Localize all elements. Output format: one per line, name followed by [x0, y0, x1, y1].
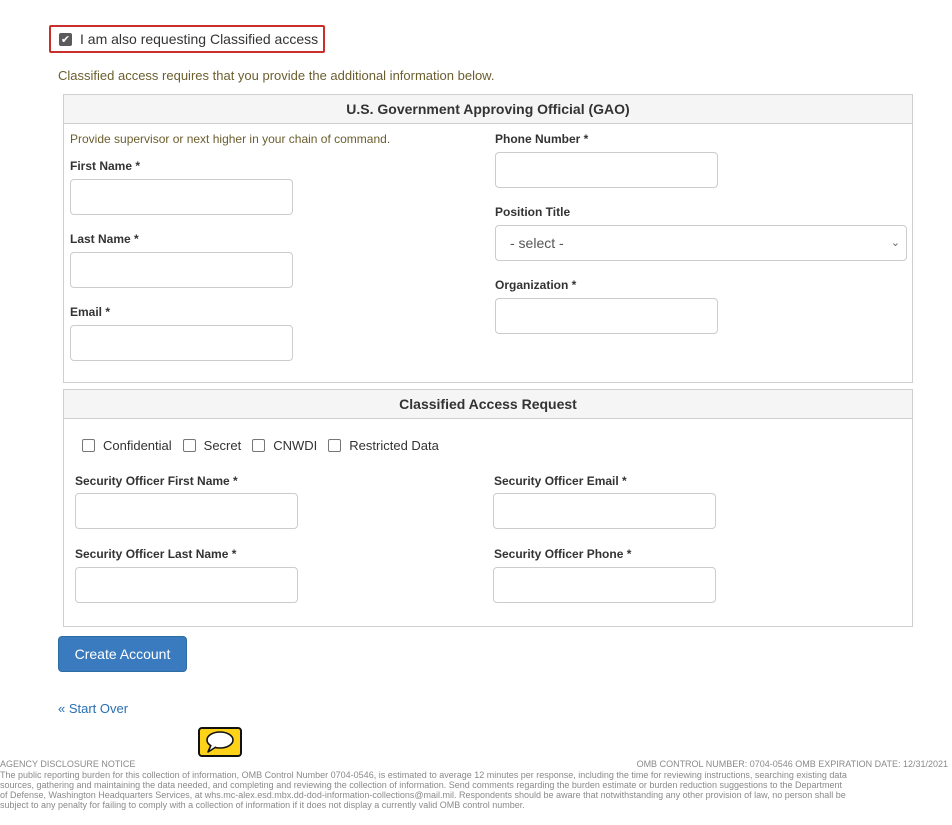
gao-panel-title: U.S. Government Approving Official (GAO) — [64, 95, 912, 124]
option-cnwdi[interactable]: CNWDI — [252, 438, 317, 453]
so-last-name-input[interactable] — [75, 567, 298, 603]
confidential-label: Confidential — [103, 438, 172, 453]
create-account-button[interactable]: Create Account — [58, 636, 187, 672]
disclosure-line-3: of Defense, Washington Headquarters Serv… — [0, 790, 846, 800]
so-first-name-input[interactable] — [75, 493, 298, 529]
gao-last-name-input[interactable] — [70, 252, 293, 288]
cnwdi-label: CNWDI — [273, 438, 318, 453]
agency-disclosure-title: AGENCY DISCLOSURE NOTICE — [0, 759, 136, 769]
restricted-data-checkbox[interactable] — [328, 439, 342, 452]
gao-position-select[interactable]: - select - ⌄ — [495, 225, 907, 261]
secret-checkbox[interactable] — [182, 439, 196, 452]
gao-first-name-label: First Name * — [70, 159, 141, 173]
classified-access-label[interactable]: I am also requesting Classified access — [80, 31, 318, 47]
classified-request-title: Classified Access Request — [64, 390, 912, 419]
gao-phone-label: Phone Number * — [495, 132, 589, 146]
speech-bubble-glyph — [206, 731, 234, 753]
gao-phone-input[interactable] — [495, 152, 718, 188]
confidential-checkbox[interactable] — [82, 439, 95, 452]
disclosure-line-4: subject to any penalty for failing to co… — [0, 800, 525, 810]
classified-intro-text: Classified access requires that you prov… — [58, 68, 495, 83]
start-over-link[interactable]: « Start Over — [58, 701, 128, 716]
so-last-name-label: Security Officer Last Name * — [75, 547, 237, 561]
gao-panel: U.S. Government Approving Official (GAO)… — [63, 94, 913, 383]
chevron-down-icon: ⌄ — [890, 236, 900, 249]
gao-position-value: - select - — [510, 235, 564, 251]
secret-label: Secret — [203, 438, 242, 453]
so-phone-input[interactable] — [493, 567, 716, 603]
classified-access-highlight: ✔ I am also requesting Classified access — [49, 25, 325, 53]
gao-last-name-label: Last Name * — [70, 232, 139, 246]
option-confidential[interactable]: Confidential — [82, 438, 172, 453]
so-first-name-label: Security Officer First Name * — [75, 474, 238, 488]
gao-email-input[interactable] — [70, 325, 293, 361]
so-email-label: Security Officer Email * — [494, 474, 627, 488]
option-secret[interactable]: Secret — [182, 438, 242, 453]
omb-control-number: OMB CONTROL NUMBER: 0704-0546 OMB EXPIRA… — [636, 759, 948, 769]
disclosure-line-1: The public reporting burden for this col… — [0, 770, 847, 780]
speech-bubble-icon[interactable] — [198, 727, 242, 757]
classified-access-checkbox[interactable]: ✔ — [59, 32, 72, 46]
gao-organization-input[interactable] — [495, 298, 718, 334]
gao-organization-label: Organization * — [495, 278, 577, 292]
so-phone-label: Security Officer Phone * — [494, 547, 632, 561]
gao-position-label: Position Title — [495, 205, 571, 219]
gao-email-label: Email * — [70, 305, 111, 319]
so-email-input[interactable] — [493, 493, 716, 529]
gao-first-name-input[interactable] — [70, 179, 293, 215]
cnwdi-checkbox[interactable] — [252, 439, 266, 452]
option-restricted-data[interactable]: Restricted Data — [328, 438, 439, 453]
gao-hint: Provide supervisor or next higher in you… — [70, 132, 391, 146]
clearance-options: Confidential Secret CNWDI Restricted Dat… — [82, 438, 450, 453]
disclosure-line-2: sources, gathering and maintaining the d… — [0, 780, 843, 790]
restricted-data-label: Restricted Data — [349, 438, 439, 453]
